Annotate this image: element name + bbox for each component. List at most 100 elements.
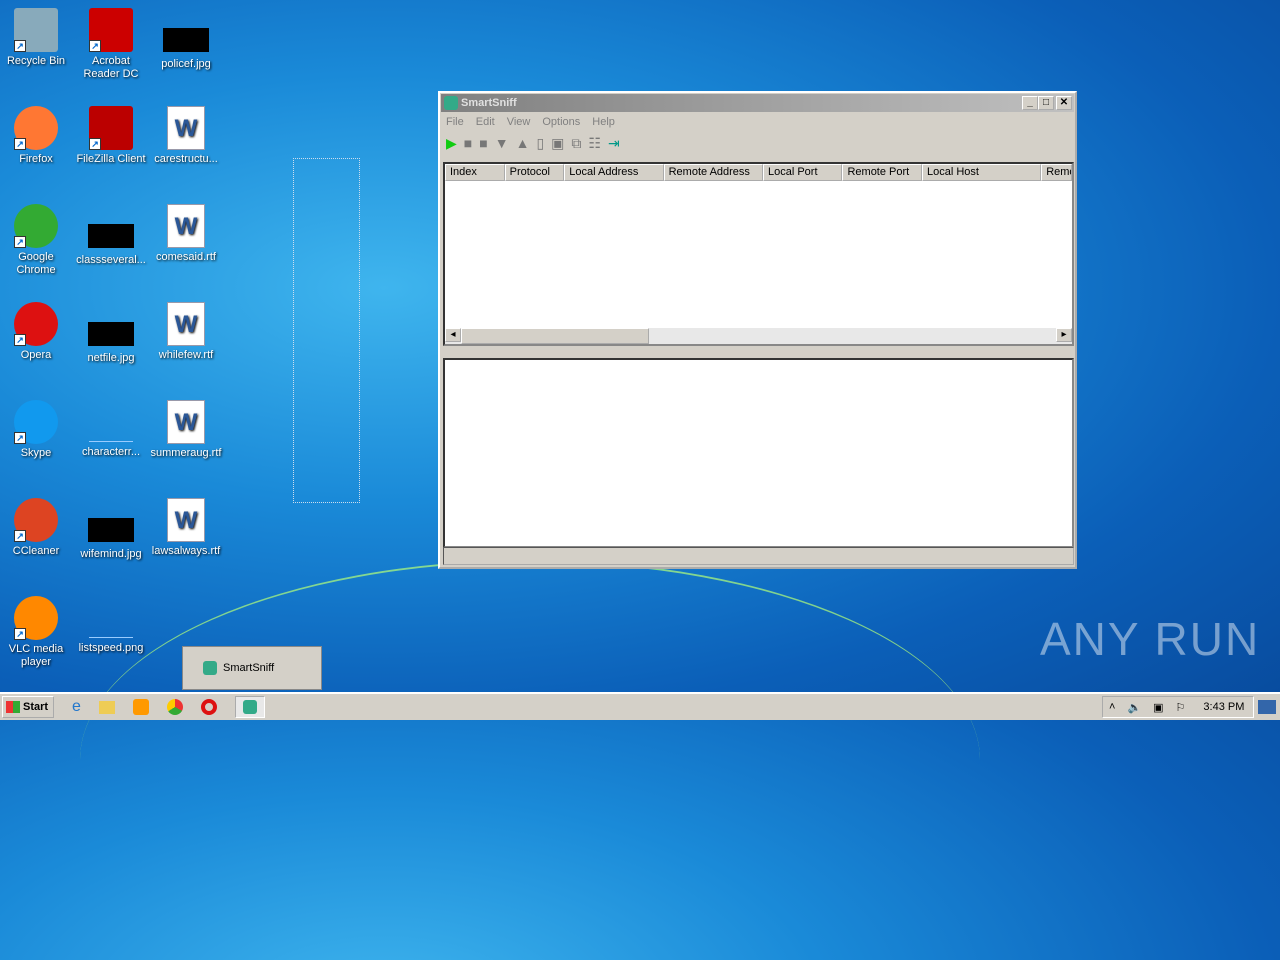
- opera-icon[interactable]: [200, 699, 217, 715]
- desktop-icon-firefox[interactable]: ↗ Firefox: [0, 106, 74, 166]
- word-icon: W: [167, 400, 205, 444]
- desktop-icon-word[interactable]: Wsummeraug.rtf: [148, 400, 224, 460]
- icon-label: Recycle Bin: [6, 55, 66, 67]
- col-local-host[interactable]: Local Host: [921, 164, 1042, 181]
- close-button[interactable]: ✕: [1056, 96, 1072, 110]
- col-protocol[interactable]: Protocol: [504, 164, 565, 181]
- firefox-icon: ↗: [14, 106, 58, 150]
- desktop-icon-trash[interactable]: ↗ Recycle Bin: [0, 8, 74, 68]
- desktop-icon-word[interactable]: Wwhilefew.rtf: [148, 302, 224, 362]
- scroll-thumb[interactable]: [461, 328, 649, 344]
- icon-label: policef.jpg: [161, 58, 211, 70]
- desktop-icon-ccleaner[interactable]: ↗ CCleaner: [0, 498, 74, 558]
- desktop-icon-image[interactable]: netfile.jpg: [73, 302, 149, 365]
- new-icon[interactable]: ▯: [536, 135, 544, 152]
- image-icon: [88, 224, 134, 248]
- desktop-icon-image[interactable]: classseveral...: [73, 204, 149, 267]
- show-desktop-button[interactable]: [1258, 700, 1276, 714]
- scroll-left-icon[interactable]: ◂: [445, 328, 461, 342]
- desktop-icon-image[interactable]: wifemind.jpg: [73, 498, 149, 561]
- ie-icon[interactable]: e: [72, 698, 81, 716]
- network-icon[interactable]: ▣: [1153, 701, 1163, 714]
- selection-rectangle: [293, 158, 360, 503]
- desktop-icon-image[interactable]: characterr...: [73, 400, 149, 459]
- desktop-icon-word[interactable]: Wlawsalways.rtf: [148, 498, 224, 558]
- ccleaner-icon: ↗: [14, 498, 58, 542]
- word-icon: W: [167, 204, 205, 248]
- chrome-icon[interactable]: [166, 699, 183, 715]
- icon-label: Firefox: [19, 153, 53, 165]
- image-icon: [89, 438, 133, 442]
- icon-label: comesaid.rtf: [156, 251, 216, 263]
- col-remote-host[interactable]: Remo: [1041, 164, 1073, 181]
- exit-icon[interactable]: ⇥: [608, 135, 620, 152]
- minimize-button[interactable]: _: [1022, 96, 1038, 110]
- trash-icon: ↗: [14, 8, 58, 52]
- volume-icon[interactable]: 🔈: [1127, 701, 1141, 714]
- filezilla-icon: ↗: [89, 106, 133, 150]
- shortcut-arrow-icon: ↗: [14, 628, 26, 640]
- desktop-icon-opera[interactable]: ↗ Opera: [0, 302, 74, 362]
- image-icon: [88, 518, 134, 542]
- icon-label: lawsalways.rtf: [151, 545, 221, 557]
- col-remote-port[interactable]: Remote Port: [842, 164, 922, 181]
- taskbar-smartsniff[interactable]: [234, 696, 265, 718]
- image-icon: [163, 28, 209, 52]
- packet-detail-pane[interactable]: [443, 358, 1074, 548]
- icon-label: Acrobat Reader DC: [83, 55, 139, 80]
- col-index[interactable]: Index: [445, 164, 505, 181]
- shortcut-arrow-icon: ↗: [89, 138, 101, 150]
- word-icon: W: [167, 498, 205, 542]
- start-capture-icon[interactable]: ▶: [446, 135, 457, 152]
- tooltip-text: SmartSniff: [223, 662, 275, 674]
- col-remote-address[interactable]: Remote Address: [663, 164, 763, 181]
- skype-icon: ↗: [14, 400, 58, 444]
- menu-options[interactable]: Options: [536, 116, 586, 128]
- anyrun-watermark: ANY RUN: [1040, 613, 1261, 665]
- col-local-address[interactable]: Local Address: [564, 164, 664, 181]
- stop2-icon[interactable]: ■: [479, 135, 487, 151]
- filter-up-icon[interactable]: ▲: [516, 135, 530, 151]
- horizontal-scrollbar[interactable]: ◂ ▸: [445, 328, 1072, 344]
- desktop-icon-chrome[interactable]: ↗ Google Chrome: [0, 204, 74, 277]
- properties-icon[interactable]: ☷: [588, 135, 601, 152]
- menu-file[interactable]: File: [440, 116, 470, 128]
- maximize-button[interactable]: □: [1038, 96, 1054, 110]
- start-button[interactable]: Start: [2, 696, 54, 718]
- explorer-icon[interactable]: [98, 700, 115, 714]
- col-local-port[interactable]: Local Port: [762, 164, 843, 181]
- icon-label: Google Chrome: [16, 251, 56, 276]
- menu-edit[interactable]: Edit: [470, 116, 501, 128]
- desktop-icon-filezilla[interactable]: ↗ FileZilla Client: [73, 106, 149, 166]
- toolbar: ▶ ■ ■ ▼ ▲ ▯ ▣ ⧉ ☷ ⇥: [440, 131, 1075, 155]
- icon-label: Skype: [20, 447, 52, 459]
- smartsniff-window[interactable]: SmartSniff _ □ ✕ File Edit View Options …: [438, 91, 1077, 569]
- title-bar[interactable]: SmartSniff _ □ ✕: [441, 94, 1074, 112]
- stop-capture-icon[interactable]: ■: [464, 135, 472, 151]
- desktop-icon-image[interactable]: listspeed.png: [73, 596, 149, 655]
- filter-down-icon[interactable]: ▼: [495, 135, 509, 151]
- icon-label: characterr...: [81, 446, 141, 458]
- desktop-icon-image[interactable]: policef.jpg: [148, 8, 224, 71]
- shortcut-arrow-icon: ↗: [14, 236, 26, 248]
- menu-view[interactable]: View: [501, 116, 537, 128]
- smartsniff-icon: [203, 661, 217, 675]
- desktop-icon-skype[interactable]: ↗ Skype: [0, 400, 74, 460]
- scroll-right-icon[interactable]: ▸: [1056, 328, 1072, 342]
- flag-icon[interactable]: ⚐: [1176, 701, 1186, 714]
- tray-expand-icon[interactable]: ˄: [1109, 701, 1115, 713]
- desktop-icon-word[interactable]: Wcarestructu...: [148, 106, 224, 166]
- packet-list[interactable]: Index Protocol Local Address Remote Addr…: [443, 162, 1074, 346]
- start-label: Start: [23, 701, 49, 713]
- word-icon: W: [167, 302, 205, 346]
- icon-label: CCleaner: [12, 545, 60, 557]
- save-icon[interactable]: ▣: [551, 135, 564, 152]
- menu-help[interactable]: Help: [586, 116, 621, 128]
- clock[interactable]: 3:43 PM: [1203, 701, 1244, 713]
- media-player-icon[interactable]: [132, 699, 149, 715]
- desktop-icon-word[interactable]: Wcomesaid.rtf: [148, 204, 224, 264]
- copy-icon[interactable]: ⧉: [571, 135, 581, 152]
- desktop-icon-acrobat[interactable]: ↗ Acrobat Reader DC: [73, 8, 149, 81]
- desktop-icon-vlc[interactable]: ↗ VLC media player: [0, 596, 74, 669]
- icon-label: classseveral...: [76, 254, 146, 266]
